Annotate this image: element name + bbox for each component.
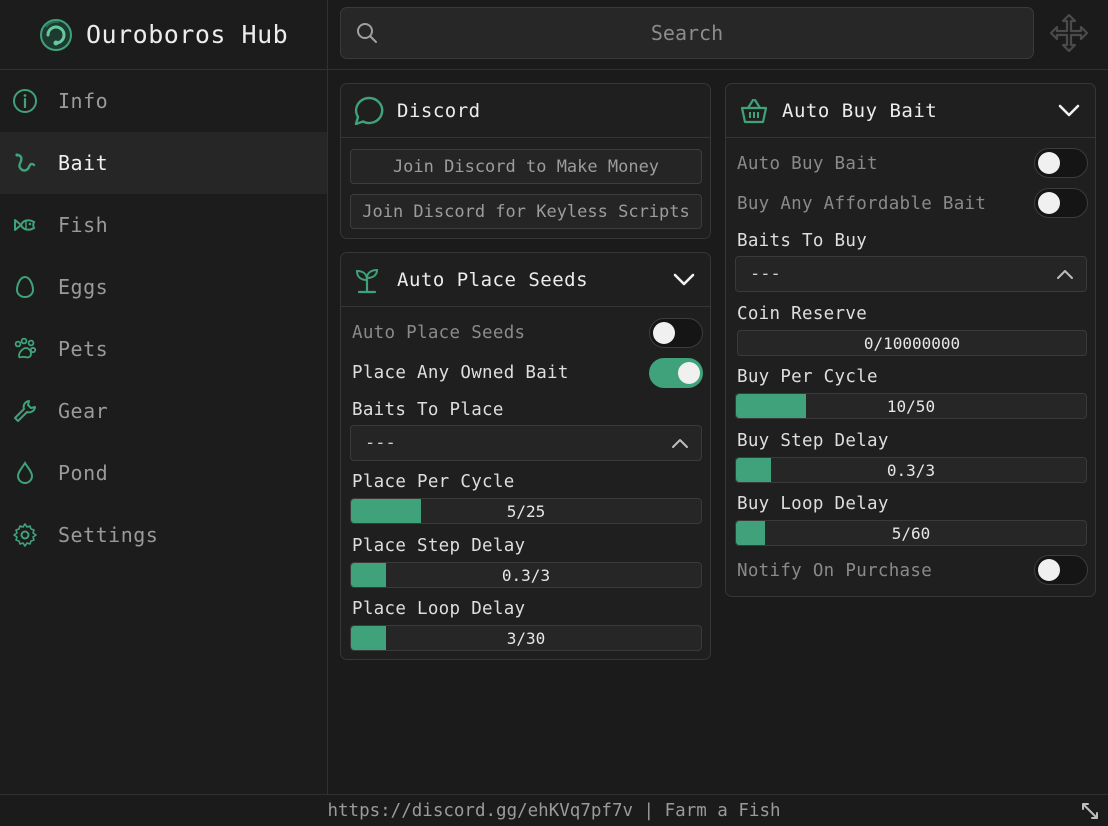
dropdown-value: --- bbox=[365, 433, 396, 453]
wrench-icon bbox=[12, 398, 38, 424]
worm-icon bbox=[12, 150, 38, 176]
buy-any-affordable-bait-toggle[interactable] bbox=[1034, 188, 1088, 218]
buy-step-delay-label: Buy Step Delay bbox=[737, 431, 889, 451]
auto-place-seeds-toggle[interactable] bbox=[649, 318, 703, 348]
topbar bbox=[328, 0, 1108, 70]
auto-place-seeds-header[interactable]: Auto Place Seeds bbox=[341, 253, 710, 307]
join-discord-money-button[interactable]: Join Discord to Make Money bbox=[350, 149, 702, 184]
sidebar-item-eggs[interactable]: Eggs bbox=[0, 256, 327, 318]
sidebar-item-label: Fish bbox=[58, 213, 109, 237]
search-icon bbox=[357, 23, 377, 43]
place-loop-delay-label: Place Loop Delay bbox=[352, 599, 526, 619]
auto-place-seeds-label: Auto Place Seeds bbox=[352, 323, 526, 343]
search-input[interactable] bbox=[341, 8, 1033, 58]
sidebar-item-bait[interactable]: Bait bbox=[0, 132, 327, 194]
buy-step-delay-slider[interactable]: 0.3/3 bbox=[735, 457, 1087, 483]
egg-icon bbox=[12, 274, 38, 300]
panel-title: Discord bbox=[397, 99, 481, 122]
baits-to-place-dropdown[interactable]: --- bbox=[350, 425, 702, 461]
place-any-owned-bait-toggle[interactable] bbox=[649, 358, 703, 388]
brand: Ouroboros Hub bbox=[0, 0, 327, 70]
buy-per-cycle-label: Buy Per Cycle bbox=[737, 367, 878, 387]
auto-buy-bait-header[interactable]: Auto Buy Bait bbox=[726, 84, 1095, 138]
sidebar-item-label: Settings bbox=[58, 523, 159, 547]
sidebar-item-label: Info bbox=[58, 89, 109, 113]
auto-buy-bait-panel: Auto Buy Bait Auto Buy Bait Buy Any Affo… bbox=[725, 83, 1096, 597]
auto-place-seeds-panel: Auto Place Seeds Auto Place Seeds Place … bbox=[340, 252, 711, 660]
slider-value: 5/60 bbox=[891, 524, 931, 543]
app-window: Ouroboros Hub Info Bait Fish Eggs Pets G… bbox=[0, 0, 1108, 826]
sidebar-item-label: Eggs bbox=[58, 275, 109, 299]
search-bar bbox=[340, 7, 1034, 59]
chevron-down-icon[interactable] bbox=[672, 269, 696, 291]
coin-reserve-label: Coin Reserve bbox=[737, 304, 868, 324]
ouroboros-logo-icon bbox=[40, 18, 72, 51]
place-step-delay-slider[interactable]: 0.3/3 bbox=[350, 562, 702, 588]
sidebar-item-label: Pond bbox=[58, 461, 109, 485]
panel-title: Auto Place Seeds bbox=[397, 268, 589, 291]
slider-value: 5/25 bbox=[506, 502, 546, 521]
coin-reserve-input[interactable]: 0/10000000 bbox=[737, 330, 1087, 356]
chevron-up-icon bbox=[1057, 270, 1073, 279]
sidebar-item-fish[interactable]: Fish bbox=[0, 194, 327, 256]
discord-panel-header: Discord bbox=[341, 84, 710, 138]
baits-to-place-label: Baits To Place bbox=[352, 400, 504, 420]
buy-per-cycle-slider[interactable]: 10/50 bbox=[735, 393, 1087, 419]
chevron-up-icon bbox=[672, 439, 688, 448]
move-icon[interactable] bbox=[1048, 12, 1090, 54]
resize-icon[interactable] bbox=[1080, 801, 1100, 821]
toggle-knob bbox=[1038, 192, 1060, 214]
droplet-icon bbox=[12, 460, 38, 486]
place-step-delay-label: Place Step Delay bbox=[352, 536, 526, 556]
basket-icon bbox=[740, 98, 768, 123]
auto-buy-bait-toggle[interactable] bbox=[1034, 148, 1088, 178]
notify-on-purchase-label: Notify On Purchase bbox=[737, 561, 933, 581]
footer-text: https://discord.gg/ehKVq7pf7v | Farm a F… bbox=[327, 801, 781, 821]
slider-value: 3/30 bbox=[506, 629, 546, 648]
buy-loop-delay-label: Buy Loop Delay bbox=[737, 494, 889, 514]
toggle-knob bbox=[1038, 559, 1060, 581]
sidebar-item-info[interactable]: Info bbox=[0, 70, 327, 132]
paw-icon bbox=[12, 336, 38, 362]
place-loop-delay-slider[interactable]: 3/30 bbox=[350, 625, 702, 651]
sidebar-item-label: Gear bbox=[58, 399, 109, 423]
chevron-down-icon[interactable] bbox=[1057, 100, 1081, 122]
slider-value: 10/50 bbox=[886, 397, 936, 416]
sidebar-item-gear[interactable]: Gear bbox=[0, 380, 327, 442]
footer: https://discord.gg/ehKVq7pf7v | Farm a F… bbox=[0, 794, 1108, 826]
toggle-knob bbox=[678, 362, 700, 384]
toggle-knob bbox=[653, 322, 675, 344]
join-discord-keyless-button[interactable]: Join Discord for Keyless Scripts bbox=[350, 194, 702, 229]
place-per-cycle-slider[interactable]: 5/25 bbox=[350, 498, 702, 524]
sidebar-item-label: Pets bbox=[58, 337, 109, 361]
place-any-owned-bait-label: Place Any Owned Bait bbox=[352, 363, 569, 383]
place-per-cycle-label: Place Per Cycle bbox=[352, 472, 515, 492]
toggle-knob bbox=[1038, 152, 1060, 174]
slider-value: 0.3/3 bbox=[501, 566, 551, 585]
info-icon bbox=[12, 88, 38, 114]
sprout-icon bbox=[355, 268, 379, 293]
slider-value: 0.3/3 bbox=[886, 461, 936, 480]
sidebar-item-pets[interactable]: Pets bbox=[0, 318, 327, 380]
sidebar-item-settings[interactable]: Settings bbox=[0, 504, 327, 566]
sidebar-nav: Info Bait Fish Eggs Pets Gear Pond Setti… bbox=[0, 70, 327, 566]
panel-title: Auto Buy Bait bbox=[782, 99, 938, 122]
sidebar-item-pond[interactable]: Pond bbox=[0, 442, 327, 504]
dropdown-value: --- bbox=[750, 264, 781, 284]
sidebar: Ouroboros Hub Info Bait Fish Eggs Pets G… bbox=[0, 0, 328, 794]
baits-to-buy-label: Baits To Buy bbox=[737, 231, 868, 251]
buy-loop-delay-slider[interactable]: 5/60 bbox=[735, 520, 1087, 546]
discord-panel: Discord Join Discord to Make Money Join … bbox=[340, 83, 711, 239]
app-title: Ouroboros Hub bbox=[86, 20, 289, 49]
sidebar-item-label: Bait bbox=[58, 151, 109, 175]
baits-to-buy-dropdown[interactable]: --- bbox=[735, 256, 1087, 292]
fish-icon bbox=[12, 212, 38, 238]
auto-buy-bait-label: Auto Buy Bait bbox=[737, 154, 878, 174]
gear-icon bbox=[12, 522, 38, 548]
buy-any-affordable-bait-label: Buy Any Affordable Bait bbox=[737, 194, 987, 214]
notify-on-purchase-toggle[interactable] bbox=[1034, 555, 1088, 585]
chat-bubble-icon bbox=[354, 96, 384, 125]
